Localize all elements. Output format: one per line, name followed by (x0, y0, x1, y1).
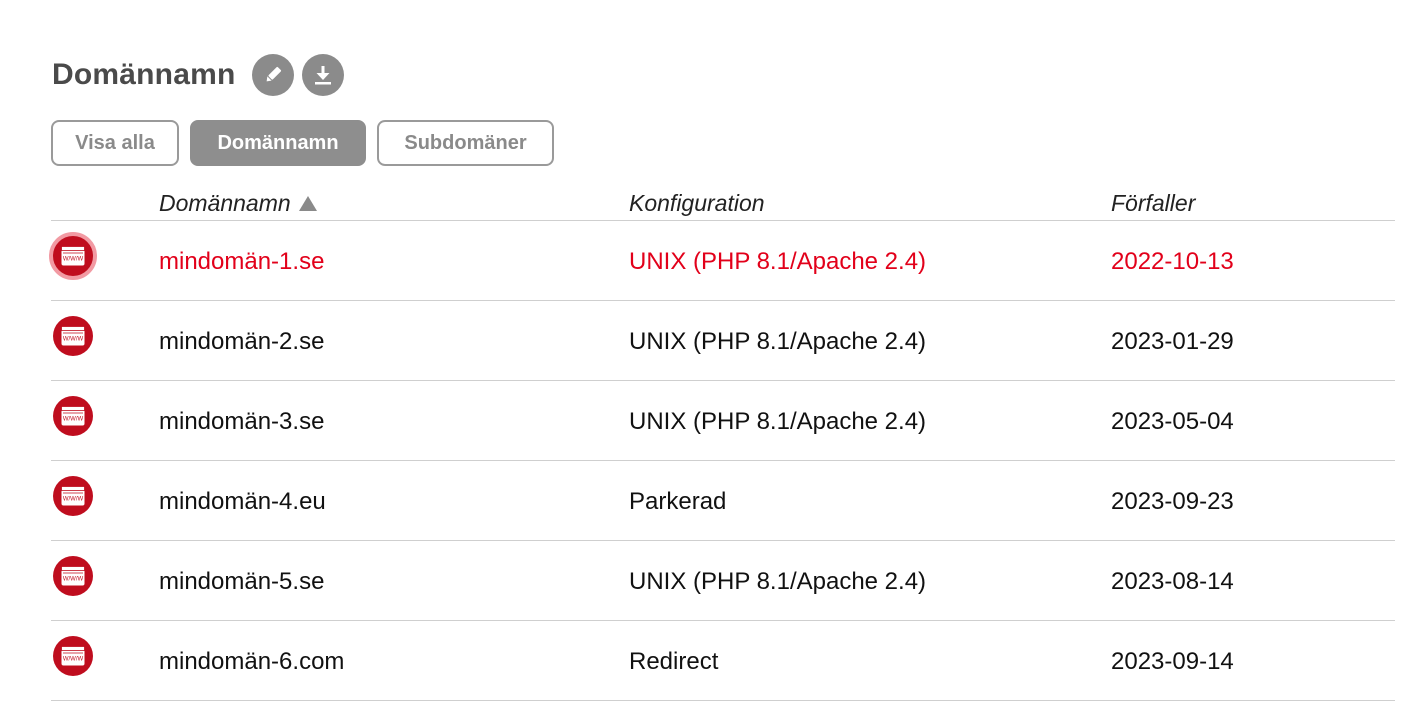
column-header-domain[interactable]: Domännamn (159, 190, 317, 217)
column-header-config[interactable]: Konfiguration (629, 190, 765, 217)
table-row[interactable]: W/W/W mindomän-5.se UNIX (PHP 8.1/Apache… (51, 541, 1395, 621)
filter-tabs: Visa alla Domännamn Subdomäner (51, 120, 554, 166)
filter-domains-button[interactable]: Domännamn (190, 120, 366, 166)
edit-button[interactable] (251, 54, 294, 96)
domain-expires: 2023-08-14 (1111, 568, 1234, 595)
pencil-icon (266, 66, 281, 82)
table-row[interactable]: W/W/W mindomän-3.se UNIX (PHP 8.1/Apache… (51, 381, 1395, 461)
www-icon: W/W/W (61, 646, 85, 666)
www-icon: W/W/W (61, 326, 85, 346)
table-row[interactable]: W/W/W mindomän-2.se UNIX (PHP 8.1/Apache… (51, 301, 1395, 381)
filter-show-all-button[interactable]: Visa alla (51, 120, 179, 166)
domain-name[interactable]: mindomän-3.se (159, 408, 324, 436)
www-icon: W/W/W (61, 566, 85, 586)
table-body: W/W/W mindomän-1.se UNIX (PHP 8.1/Apache… (49, 221, 1395, 701)
www-icon: W/W/W (61, 486, 85, 506)
domain-expires: 2023-09-23 (1111, 488, 1234, 515)
table-row[interactable]: W/W/W mindomän-6.com Redirect 2023-09-14 (51, 621, 1395, 701)
domain-status: W/W/W (53, 316, 93, 356)
svg-text:W/W/W: W/W/W (63, 337, 84, 343)
domain-status: W/W/W (53, 396, 93, 436)
filter-subdomains-button[interactable]: Subdomäner (377, 120, 554, 166)
www-icon: W/W/W (61, 246, 85, 266)
domain-expires: 2022-10-13 (1111, 248, 1234, 275)
domain-config: Parkerad (629, 488, 727, 515)
domain-config: Redirect (629, 648, 719, 675)
table-header: Domännamn Konfiguration Förfaller (51, 186, 1395, 221)
domain-name[interactable]: mindomän-1.se (159, 248, 324, 276)
domain-config: UNIX (PHP 8.1/Apache 2.4) (629, 568, 927, 595)
domain-expires: 2023-05-04 (1111, 408, 1234, 435)
domain-name[interactable]: mindomän-4.eu (159, 488, 326, 516)
column-header-domain-label: Domännamn (159, 190, 291, 216)
table-row[interactable]: W/W/W mindomän-4.eu Parkerad 2023-09-23 (51, 461, 1395, 541)
page-header: Domännamn (52, 54, 344, 96)
domain-status: W/W/W (49, 232, 97, 280)
domain-status: W/W/W (53, 636, 93, 676)
download-button[interactable] (301, 54, 344, 96)
domain-config: UNIX (PHP 8.1/Apache 2.4) (629, 248, 927, 275)
svg-text:W/W/W: W/W/W (63, 657, 84, 663)
domain-status: W/W/W (53, 556, 93, 596)
domain-status: W/W/W (53, 476, 93, 516)
www-icon: W/W/W (61, 406, 85, 426)
svg-text:W/W/W: W/W/W (63, 497, 84, 503)
domain-config: UNIX (PHP 8.1/Apache 2.4) (629, 328, 927, 355)
domain-table: Domännamn Konfiguration Förfaller W/W/W … (49, 186, 1395, 701)
download-icon (314, 66, 331, 85)
domain-expires: 2023-01-29 (1111, 328, 1234, 355)
domain-name[interactable]: mindomän-2.se (159, 328, 324, 356)
table-row[interactable]: W/W/W mindomän-1.se UNIX (PHP 8.1/Apache… (49, 221, 1395, 301)
domain-config: UNIX (PHP 8.1/Apache 2.4) (629, 408, 927, 435)
domain-name[interactable]: mindomän-5.se (159, 568, 324, 596)
domain-expires: 2023-09-14 (1111, 648, 1234, 675)
svg-text:W/W/W: W/W/W (63, 257, 84, 263)
page-title: Domännamn (52, 58, 236, 91)
sort-ascending-icon (298, 196, 317, 211)
column-header-expires[interactable]: Förfaller (1111, 190, 1195, 217)
svg-text:W/W/W: W/W/W (63, 417, 84, 423)
domain-name[interactable]: mindomän-6.com (159, 648, 344, 676)
svg-text:W/W/W: W/W/W (63, 577, 84, 583)
